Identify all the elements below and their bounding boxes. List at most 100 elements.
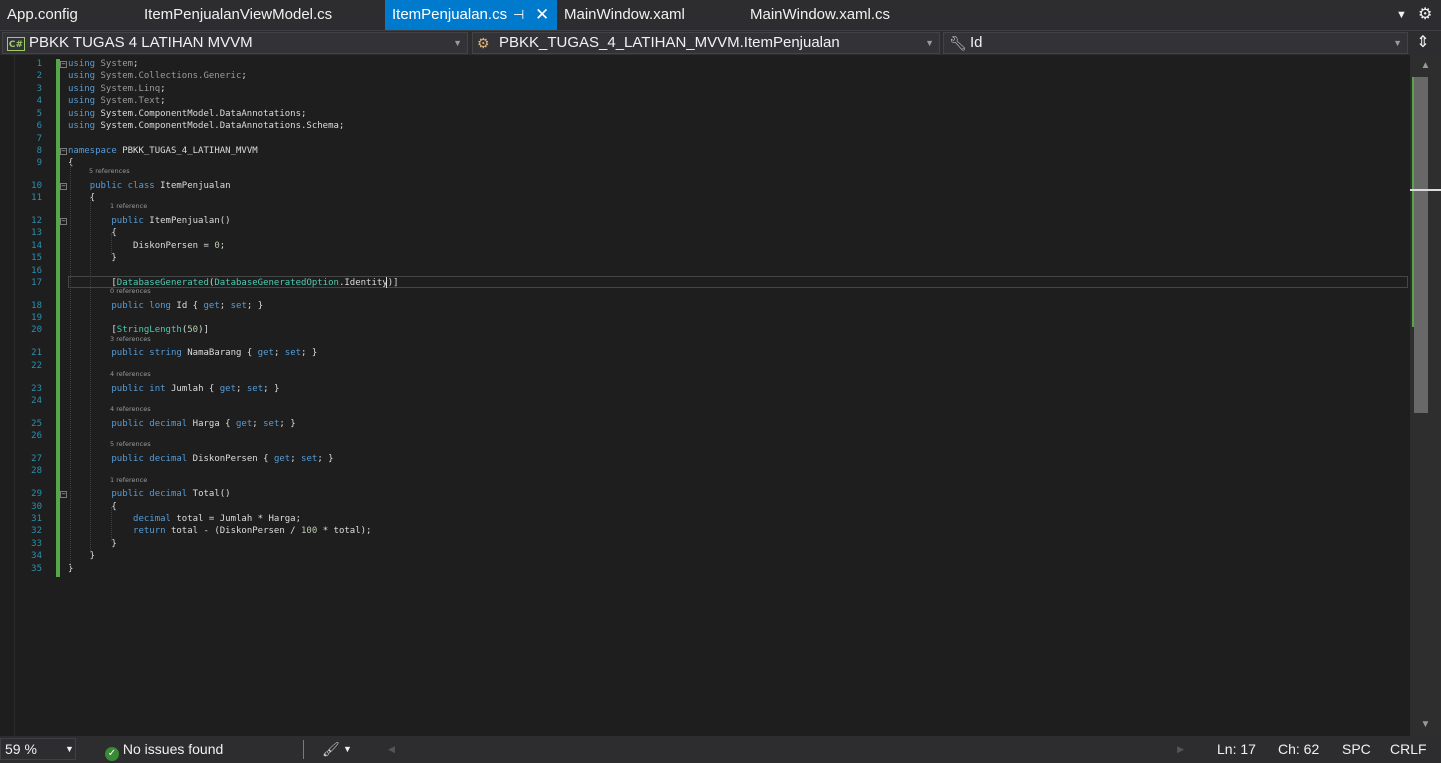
collapse-icon[interactable]: −	[60, 218, 67, 225]
chevron-down-icon[interactable]: ▼	[1396, 0, 1407, 30]
type-label: PBKK_TUGAS_4_LATIHAN_MVVM.ItemPenjualan	[499, 34, 840, 51]
code-line[interactable]: public int Jumlah { get; set; }	[68, 383, 279, 395]
indent-mode[interactable]: SPC	[1342, 736, 1371, 763]
codelens-references[interactable]: 4 references	[110, 405, 151, 413]
code-line[interactable]: {	[68, 501, 116, 513]
scroll-down-icon[interactable]: ▼	[1410, 714, 1441, 736]
code-editor[interactable]: 1 2 3 4 5 6 7 8 9 10 11 12 13 14 15 16 17 18 19 20 21 22 23 24 2…	[0, 55, 1410, 736]
chevron-down-icon: ▼	[453, 38, 462, 48]
code-line[interactable]: {	[68, 227, 116, 239]
tab-mainwindow-xaml[interactable]: MainWindow.xaml	[557, 0, 743, 30]
code-line[interactable]: public class ItemPenjualan	[68, 180, 231, 192]
collapse-icon[interactable]: −	[60, 491, 67, 498]
line-number: 16	[31, 266, 42, 276]
vertical-scrollbar[interactable]: ▲ ▼	[1410, 55, 1441, 736]
scroll-up-icon[interactable]: ▲	[1410, 55, 1441, 77]
char-position[interactable]: Ch: 62	[1278, 736, 1319, 763]
member-label: Id	[970, 34, 983, 51]
line-number: 13	[31, 228, 42, 238]
line-number: 26	[31, 431, 42, 441]
codelens-references[interactable]: 1 reference	[110, 202, 147, 210]
line-number: 27	[31, 454, 42, 464]
tab-itempenjualanviewmodel[interactable]: ItemPenjualanViewModel.cs	[137, 0, 385, 30]
document-tab-strip: App.config ItemPenjualanViewModel.cs Ite…	[0, 0, 1441, 30]
code-line[interactable]: decimal total = Jumlah * Harga;	[68, 513, 301, 525]
line-number: 17	[31, 278, 42, 288]
code-line[interactable]: DiskonPersen = 0;	[68, 240, 225, 252]
collapse-icon[interactable]: −	[60, 183, 67, 190]
line-number: 31	[31, 514, 42, 524]
code-line[interactable]: namespace PBKK_TUGAS_4_LATIHAN_MVVM	[68, 145, 258, 157]
line-number: 32	[31, 526, 42, 536]
project-dropdown[interactable]: C# PBKK TUGAS 4 LATIHAN MVVM ▼	[2, 32, 468, 54]
scroll-left-icon[interactable]: ◀	[388, 736, 395, 763]
line-number: 14	[31, 241, 42, 251]
line-ending[interactable]: CRLF	[1390, 736, 1427, 763]
line-number: 35	[31, 564, 42, 574]
split-window-button[interactable]: ⇕	[1410, 32, 1436, 54]
issues-indicator[interactable]: ✓ No issues found	[105, 736, 223, 763]
line-number: 5	[36, 109, 42, 119]
line-number: 2	[36, 71, 42, 81]
chevron-down-icon[interactable]: ▼	[343, 736, 352, 763]
code-line[interactable]: public decimal DiskonPersen { get; set; …	[68, 453, 333, 465]
code-line[interactable]: using System.ComponentModel.DataAnnotati…	[68, 120, 344, 132]
line-number: 6	[36, 121, 42, 131]
line-number: 25	[31, 419, 42, 429]
line-number: 10	[31, 181, 42, 191]
collapse-icon[interactable]: −	[60, 148, 67, 155]
class-icon: ⚙	[477, 35, 490, 51]
code-line[interactable]: public decimal Harga { get; set; }	[68, 418, 295, 430]
code-line[interactable]: using System.Text;	[68, 95, 166, 107]
tab-mainwindow-xaml-cs[interactable]: MainWindow.xaml.cs	[743, 0, 933, 30]
status-bar: 59 % ▼ ✓ No issues found 🖌︎ ▼ ◀ ▶ Ln: 17…	[0, 736, 1441, 763]
tab-app-config[interactable]: App.config	[0, 0, 140, 30]
line-number: 4	[36, 96, 42, 106]
close-icon[interactable]: ✕	[535, 0, 549, 30]
navigation-bar: C# PBKK TUGAS 4 LATIHAN MVVM ▼ ⚙ PBKK_TU…	[0, 30, 1441, 55]
code-line[interactable]: public string NamaBarang { get; set; }	[68, 347, 317, 359]
tab-label: MainWindow.xaml	[564, 6, 685, 23]
code-line[interactable]: using System.ComponentModel.DataAnnotati…	[68, 108, 306, 120]
code-line[interactable]: public ItemPenjualan()	[68, 215, 230, 227]
scroll-right-icon[interactable]: ▶	[1177, 736, 1184, 763]
indent-guide	[111, 233, 112, 255]
type-dropdown[interactable]: ⚙ PBKK_TUGAS_4_LATIHAN_MVVM.ItemPenjuala…	[472, 32, 940, 54]
member-dropdown[interactable]: 🔧︎ Id ▼	[943, 32, 1408, 54]
tab-label: MainWindow.xaml.cs	[750, 6, 891, 23]
codelens-references[interactable]: 5 references	[110, 440, 151, 448]
code-line[interactable]: using System.Linq;	[68, 83, 166, 95]
wrench-icon: 🔧︎	[949, 35, 967, 51]
code-line[interactable]: using System.Collections.Generic;	[68, 70, 247, 82]
scrollbar-thumb[interactable]	[1414, 77, 1428, 413]
chevron-down-icon: ▼	[65, 744, 74, 754]
tab-label: ItemPenjualanViewModel.cs	[144, 6, 333, 23]
code-line[interactable]: {	[68, 192, 95, 204]
code-line[interactable]: }	[68, 252, 116, 264]
zoom-dropdown[interactable]: 59 % ▼	[0, 738, 76, 760]
horizontal-scrollbar[interactable]: ◀ ▶	[386, 742, 1186, 757]
code-line[interactable]: }	[68, 550, 95, 562]
pin-icon[interactable]: ⊣	[513, 0, 524, 30]
line-number: 22	[31, 361, 42, 371]
codelens-references[interactable]: 3 references	[110, 335, 151, 343]
line-number: 18	[31, 301, 42, 311]
code-line[interactable]: }	[68, 538, 116, 550]
codelens-references[interactable]: 1 reference	[110, 476, 147, 484]
code-line[interactable]: return total - (DiskonPersen / 100 * tot…	[68, 525, 371, 537]
tab-label: App.config	[7, 6, 78, 23]
line-number: 12	[31, 216, 42, 226]
line-position[interactable]: Ln: 17	[1217, 736, 1256, 763]
codelens-references[interactable]: 5 references	[89, 167, 130, 175]
gear-icon[interactable]: ⚙	[1418, 0, 1432, 30]
line-number: 23	[31, 384, 42, 394]
codelens-references[interactable]: 0 references	[110, 287, 151, 295]
codelens-references[interactable]: 4 references	[110, 370, 151, 378]
collapse-icon[interactable]: −	[60, 61, 67, 68]
code-line[interactable]: using System;	[68, 58, 138, 70]
line-number: 1	[36, 59, 42, 69]
brush-icon[interactable]: 🖌︎	[322, 736, 340, 763]
code-line[interactable]: public decimal Total()	[68, 488, 230, 500]
tab-itempenjualan[interactable]: ItemPenjualan.cs ⊣ ✕	[385, 0, 557, 30]
code-line[interactable]: public long Id { get; set; }	[68, 300, 263, 312]
